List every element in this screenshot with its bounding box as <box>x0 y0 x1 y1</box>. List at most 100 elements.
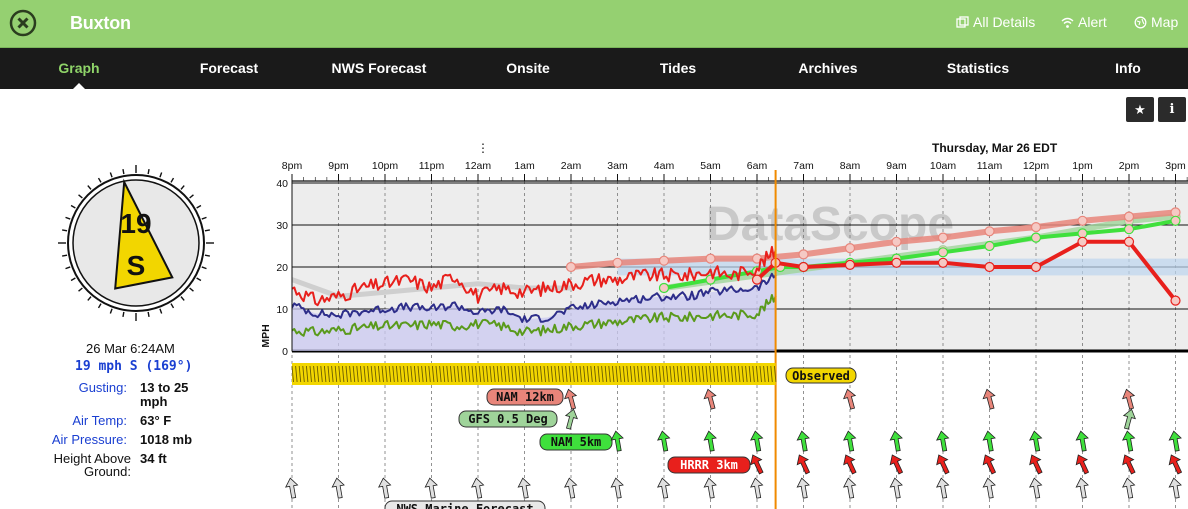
close-icon[interactable] <box>9 9 37 37</box>
tab-tides[interactable]: Tides <box>660 60 696 76</box>
y-tick-label: 40 <box>276 178 288 190</box>
nws-arrow <box>889 477 903 499</box>
hrrr-arrow-shape <box>1168 454 1183 475</box>
compass-tick <box>201 216 207 220</box>
point-nam5 <box>1123 224 1135 235</box>
nws-arrow-shape <box>982 477 996 499</box>
point-nam12 <box>891 236 902 247</box>
point-nam12 <box>798 249 809 260</box>
point-nam12 <box>937 232 949 243</box>
point-hrrr <box>1077 236 1088 247</box>
nam5-arrow-shape <box>1029 430 1043 452</box>
star-button[interactable]: ★ <box>1126 97 1154 122</box>
nws-arrow-shape <box>610 477 624 499</box>
hrrr-arrow <box>843 454 857 475</box>
alert-label: Alert <box>1078 14 1107 30</box>
compass-tick <box>204 229 210 232</box>
model-label-nam12: NAM 12km <box>486 388 564 406</box>
nws-arrow <box>1029 477 1043 499</box>
tab-graph[interactable]: Graph <box>58 60 99 76</box>
nam5-arrow-shape <box>703 430 717 452</box>
nws-arrow <box>796 477 810 499</box>
station-title: Buxton <box>70 13 131 33</box>
point-hrrr <box>798 261 809 273</box>
map-link[interactable]: Map <box>1134 14 1178 30</box>
x-tick-label: 1am <box>514 160 535 172</box>
nws-arrow <box>564 477 578 499</box>
tab-forecast[interactable]: Forecast <box>200 60 258 76</box>
nam12-arrow-shape <box>703 388 717 410</box>
nws-arrow <box>936 477 950 499</box>
nam5-arrow <box>843 430 857 452</box>
compass-tick <box>87 185 92 190</box>
tab-statistics[interactable]: Statistics <box>947 60 1009 76</box>
nam5-arrow <box>936 430 950 452</box>
compass-tick <box>87 296 92 301</box>
model-label-hrrr: HRRR 3km <box>667 456 751 474</box>
nam5-arrow <box>1122 430 1136 452</box>
detail-icon <box>956 15 969 28</box>
obs-timestamp: 26 Mar 6:24AM <box>86 341 175 356</box>
tab-onsite[interactable]: Onsite <box>506 60 550 76</box>
nws-arrow <box>1168 477 1182 499</box>
nam5-arrow-shape <box>936 430 950 452</box>
hrrr-arrow <box>982 454 997 475</box>
map-icon <box>1134 16 1147 28</box>
compass-tick <box>196 277 202 282</box>
point-hrrr <box>937 257 949 268</box>
nws-arrow <box>285 477 299 499</box>
nws-arrow-shape <box>1122 477 1136 499</box>
all-details-link[interactable]: All Details <box>956 14 1035 30</box>
nws-arrow <box>610 477 624 499</box>
tab-nws-forecast[interactable]: NWS Forecast <box>332 60 427 76</box>
height-value: 34 ft <box>140 451 167 466</box>
hrrr-arrow-shape <box>982 454 997 475</box>
observed-legend: Observed <box>785 367 857 384</box>
tab-archives[interactable]: Archives <box>798 60 857 76</box>
x-tick-label: 12am <box>465 160 492 172</box>
nam5-arrow-shape <box>1075 430 1089 452</box>
x-tick-label: 2pm <box>1119 160 1140 172</box>
x-tick-label: 10am <box>930 160 957 172</box>
point-nam12 <box>658 255 670 266</box>
nws-arrow <box>982 477 996 499</box>
nam5-arrow-shape <box>657 430 671 452</box>
compass-tick <box>70 277 76 282</box>
alert-link[interactable]: Alert <box>1061 14 1107 30</box>
nws-arrow-shape <box>703 477 717 499</box>
nam12-arrow-shape <box>843 388 857 410</box>
point-nam12 <box>1030 221 1042 233</box>
nws-arrow <box>331 477 345 499</box>
x-tick-label: 2am <box>561 160 582 172</box>
tab-info[interactable]: Info <box>1115 60 1141 76</box>
point-hrrr <box>1123 236 1135 247</box>
info-button[interactable]: i <box>1158 97 1186 122</box>
nam12-arrow-shape <box>982 388 996 410</box>
x-tick-label: 9pm <box>328 160 349 172</box>
nws-arrow-shape <box>796 477 810 499</box>
point-hrrr <box>984 261 995 273</box>
x-tick-label: 8pm <box>282 160 303 172</box>
day-label: Thursday, Mar 26 EDT <box>932 141 1058 155</box>
nws-arrow-shape <box>657 477 671 499</box>
compass-tick <box>196 204 202 209</box>
point-nam12 <box>565 261 577 273</box>
point-hrrr <box>1170 295 1181 306</box>
model-label-text: HRRR 3km <box>680 458 738 472</box>
nws-arrow-shape <box>285 477 299 499</box>
compass-tick <box>65 266 71 270</box>
nws-arrow <box>517 477 531 499</box>
nam5-arrow <box>889 430 903 452</box>
compass-tick <box>62 229 68 232</box>
map-label: Map <box>1151 14 1179 30</box>
gfs-arrow-shape <box>564 408 578 430</box>
nws-arrow-shape <box>1168 477 1182 499</box>
nws-arrow-shape <box>936 477 950 499</box>
gfs-arrow <box>1122 408 1136 430</box>
nam5-arrow <box>796 430 810 452</box>
x-tick-label: 8am <box>840 160 861 172</box>
compass-tick <box>201 266 207 270</box>
app-header: Buxton All Details Alert Map <box>0 0 1188 48</box>
compass-tick <box>170 303 175 309</box>
nam5-arrow <box>657 430 671 452</box>
